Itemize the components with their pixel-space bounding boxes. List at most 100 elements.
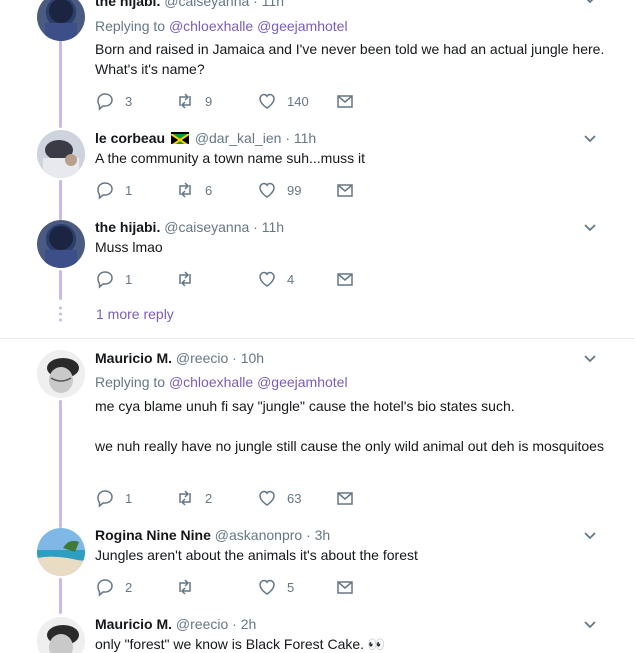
thread-line xyxy=(59,400,62,528)
retweet-button[interactable] xyxy=(175,577,195,597)
reply-button[interactable]: 2 xyxy=(95,577,132,597)
direct-message-button[interactable] xyxy=(335,269,355,289)
retweet-icon xyxy=(179,93,191,109)
user-name[interactable]: the hijabi. xyxy=(95,219,160,235)
tweet-time[interactable]: 11h xyxy=(262,219,284,235)
retweet-button[interactable]: 6 xyxy=(175,180,212,200)
user-handle[interactable]: @askanonpro xyxy=(215,527,302,543)
reply-icon xyxy=(97,271,113,289)
tweet-text: me cya blame unuh fi say "jungle" cause … xyxy=(95,398,604,454)
reply-button[interactable]: 1 xyxy=(95,180,132,200)
tweet-actions: 1 4 xyxy=(95,269,365,289)
direct-message-button[interactable] xyxy=(335,180,355,200)
like-button[interactable]: 5 xyxy=(257,577,294,597)
like-count: 4 xyxy=(287,271,295,287)
thread-line xyxy=(59,270,62,300)
user-name[interactable]: the hijabi. xyxy=(95,0,160,9)
reply-icon xyxy=(97,490,113,508)
tweet-text: A the community a town name suh...muss i… xyxy=(95,150,366,166)
tweet-time[interactable]: 3h xyxy=(315,527,331,543)
avatar[interactable] xyxy=(37,130,85,178)
tweet-time[interactable]: 11h xyxy=(262,0,284,9)
reply-count: 1 xyxy=(125,182,133,198)
chevron-down-icon[interactable] xyxy=(583,529,597,543)
envelope-icon xyxy=(337,492,353,505)
reply-button[interactable]: 1 xyxy=(95,269,132,289)
reply-icon xyxy=(97,579,113,597)
retweet-count: 2 xyxy=(205,490,213,506)
avatar[interactable] xyxy=(37,220,85,268)
direct-message-button[interactable] xyxy=(335,577,355,597)
replying-to: Replying to @chloexhalle @geejamhotel xyxy=(95,17,348,35)
thread-line xyxy=(59,180,62,220)
chevron-down-icon[interactable] xyxy=(583,221,597,235)
envelope-icon xyxy=(337,95,353,108)
tweet-actions: 1 2 63 xyxy=(95,488,365,508)
retweet-button[interactable]: 2 xyxy=(175,488,212,508)
chevron-down-icon[interactable] xyxy=(583,0,597,7)
like-count: 140 xyxy=(287,93,309,109)
user-handle[interactable]: @dar_kal_ien xyxy=(195,130,282,146)
user-name[interactable]: le corbeau xyxy=(95,130,165,146)
avatar[interactable] xyxy=(37,528,85,576)
direct-message-button[interactable] xyxy=(335,91,355,111)
replying-to-link[interactable]: @chloexhalle @geejamhotel xyxy=(169,374,348,390)
heart-icon xyxy=(259,579,275,595)
retweet-icon xyxy=(179,579,191,595)
heart-icon xyxy=(259,490,275,506)
chevron-down-icon[interactable] xyxy=(583,132,597,146)
tweet-text: Jungles aren't about the animals it's ab… xyxy=(95,547,418,563)
reply-count: 1 xyxy=(125,490,133,506)
retweet-icon xyxy=(179,182,191,198)
retweet-button[interactable]: 9 xyxy=(175,91,212,111)
chevron-down-icon[interactable] xyxy=(583,618,597,632)
separator-dot: · xyxy=(253,219,258,235)
thread-line xyxy=(59,40,62,128)
tweet-actions: 1 6 99 xyxy=(95,180,365,200)
more-replies-dots xyxy=(58,306,63,322)
user-handle[interactable]: @caiseyanna xyxy=(164,219,249,235)
tweet-actions: 3 9 140 xyxy=(95,91,365,111)
envelope-icon xyxy=(337,581,353,594)
retweet-count: 9 xyxy=(205,93,213,109)
separator-dot: · xyxy=(253,0,258,9)
tweet-time[interactable]: 10h xyxy=(241,350,264,366)
more-replies-link[interactable]: 1 more reply xyxy=(96,306,174,322)
envelope-icon xyxy=(337,184,353,197)
user-handle[interactable]: @reecio xyxy=(176,350,228,366)
reply-count: 1 xyxy=(125,271,133,287)
like-button[interactable]: 63 xyxy=(257,488,301,508)
direct-message-button[interactable] xyxy=(335,488,355,508)
thread-line xyxy=(59,578,62,614)
reply-button[interactable]: 1 xyxy=(95,488,132,508)
like-button[interactable]: 4 xyxy=(257,269,294,289)
user-handle[interactable]: @caiseyanna xyxy=(164,0,249,9)
tweet-header: the hijabi. @caiseyanna · 11h xyxy=(95,218,284,236)
avatar[interactable] xyxy=(37,350,85,398)
tweet-header: le corbeau @dar_kal_ien · 11h xyxy=(95,129,316,147)
reply-count: 2 xyxy=(125,579,133,595)
chevron-down-icon[interactable] xyxy=(583,352,597,366)
user-name[interactable]: Mauricio M. xyxy=(95,350,172,366)
separator-dot: · xyxy=(232,350,237,366)
retweet-button[interactable] xyxy=(175,269,195,289)
like-button[interactable]: 99 xyxy=(257,180,301,200)
tweet-time[interactable]: 2h xyxy=(241,616,257,632)
reply-icon xyxy=(97,93,113,111)
user-name[interactable]: Mauricio M. xyxy=(95,616,172,632)
replying-to: Replying to @chloexhalle @geejamhotel xyxy=(95,373,348,391)
reply-button[interactable]: 3 xyxy=(95,91,132,111)
retweet-icon xyxy=(179,271,191,287)
like-count: 99 xyxy=(287,182,302,198)
replying-to-link[interactable]: @chloexhalle @geejamhotel xyxy=(169,18,348,34)
user-handle[interactable]: @reecio xyxy=(176,616,228,632)
like-count: 5 xyxy=(287,579,295,595)
user-name[interactable]: Rogina Nine Nine xyxy=(95,527,211,543)
replying-prefix: Replying to xyxy=(95,374,166,390)
avatar[interactable] xyxy=(37,0,85,41)
heart-icon xyxy=(259,271,275,287)
jamaica-flag-icon xyxy=(170,132,189,144)
avatar[interactable] xyxy=(37,617,85,653)
like-button[interactable]: 140 xyxy=(257,91,309,111)
tweet-time[interactable]: 11h xyxy=(294,130,316,146)
